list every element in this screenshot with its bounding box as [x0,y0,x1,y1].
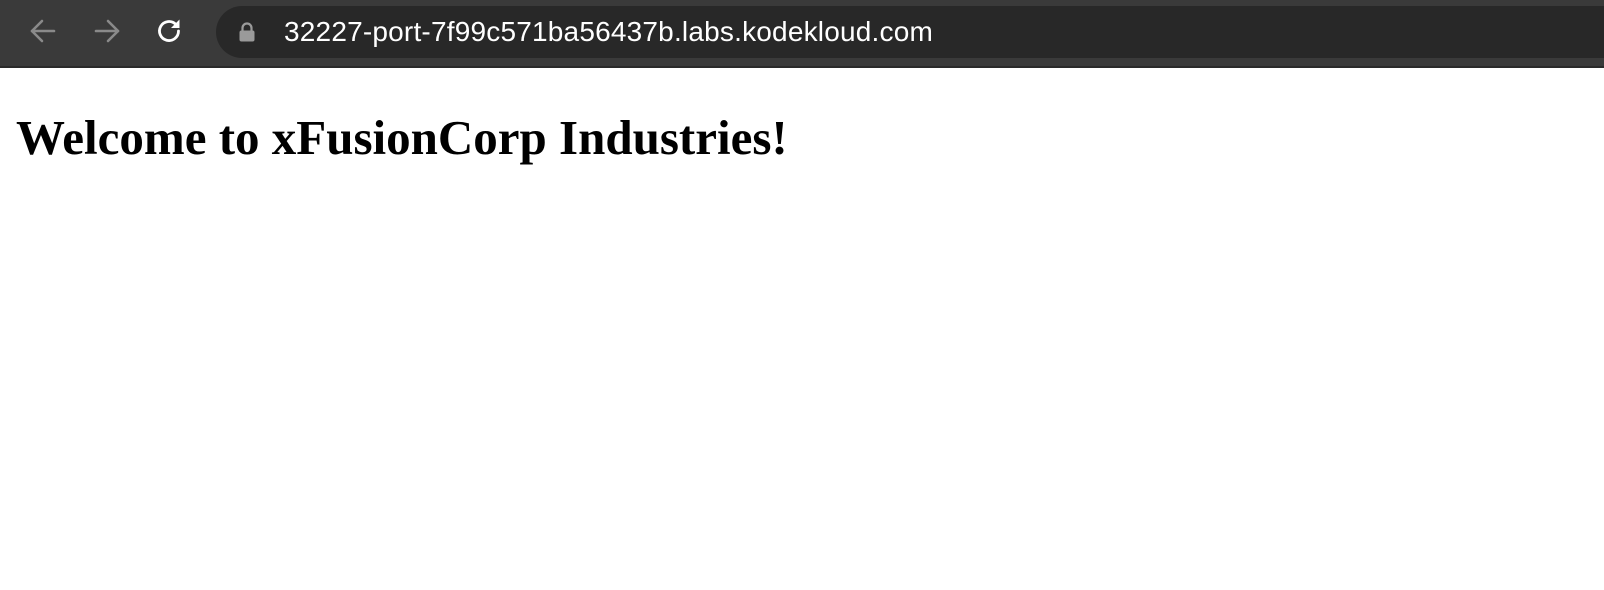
lock-icon[interactable] [238,22,256,42]
back-button[interactable] [26,14,60,48]
arrow-right-icon [92,16,122,46]
address-bar[interactable]: 32227-port-7f99c571ba56437b.labs.kodeklo… [216,6,1604,58]
arrow-left-icon [28,16,58,46]
url-text[interactable]: 32227-port-7f99c571ba56437b.labs.kodeklo… [284,6,933,58]
page-heading: Welcome to xFusionCorp Industries! [16,110,788,165]
reload-icon [154,16,184,46]
browser-toolbar: 32227-port-7f99c571ba56437b.labs.kodeklo… [0,0,1604,68]
reload-button[interactable] [152,14,186,48]
page-content: Welcome to xFusionCorp Industries! [0,70,1604,590]
forward-button[interactable] [90,14,124,48]
